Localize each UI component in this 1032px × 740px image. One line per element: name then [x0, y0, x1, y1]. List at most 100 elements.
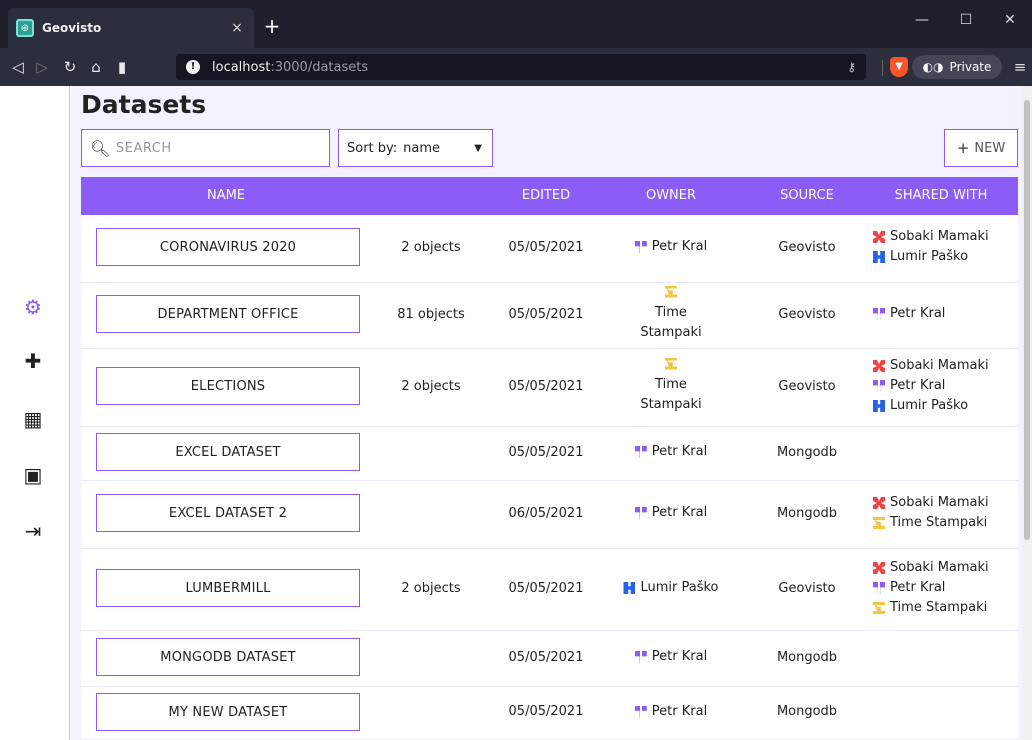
page-scrollbar[interactable] — [1022, 86, 1032, 740]
user-avatar-icon — [634, 241, 647, 253]
owner-cell: Petr Kral — [611, 215, 731, 279]
source: Geovisto — [778, 378, 836, 394]
edited-date: 06/05/2021 — [508, 505, 584, 521]
user-avatar-icon — [873, 231, 885, 243]
url-path: :3000/datasets — [270, 59, 369, 75]
browser-tab[interactable]: ⊛ Geovisto × — [8, 8, 254, 48]
shared-user-name: Petr Kral — [890, 378, 946, 393]
dataset-name-button[interactable]: EXCEL DATASET 2 — [96, 494, 360, 532]
left-sidebar: ⚙ ✚ ▦ ▣ ⇥ — [0, 86, 70, 740]
new-dataset-button[interactable]: + NEW — [944, 129, 1018, 167]
brave-shields-icon[interactable]: ▼ — [890, 57, 908, 77]
edited-date: 05/05/2021 — [508, 239, 584, 255]
edited-date: 05/05/2021 — [508, 378, 584, 394]
dataset-name-button[interactable]: MONGODB DATASET — [96, 638, 360, 676]
table-row: MY NEW DATASET 05/05/2021 Petr Kral Mongodb — [81, 687, 1018, 740]
source: Geovisto — [778, 239, 836, 255]
shared-user-name: Sobaki Mamaki — [890, 560, 989, 575]
header-owner[interactable]: OWNER — [611, 177, 731, 215]
table-row: MONGODB DATASET 05/05/2021 Petr Kral Mongod… — [81, 631, 1018, 687]
dataset-name-button[interactable]: MY NEW DATASET — [96, 693, 360, 731]
owner-cell: Petr Kral — [611, 481, 731, 545]
owner: Lumir Paško — [623, 578, 719, 598]
site-info-icon[interactable]: ! — [186, 60, 200, 74]
key-icon[interactable]: ⚷ — [847, 60, 856, 74]
user-avatar-icon — [873, 497, 885, 509]
browser-menu-icon[interactable]: ≡ — [1010, 54, 1030, 80]
header-source[interactable]: SOURCE — [757, 177, 857, 215]
back-icon[interactable]: ◁ — [6, 54, 30, 80]
geovisto-logo-icon[interactable]: ⚙ — [20, 294, 46, 320]
shared-user-name: Petr Kral — [890, 580, 946, 595]
maximize-button[interactable]: ☐ — [944, 6, 988, 34]
owner-name: Petr Kral — [651, 444, 708, 459]
private-label: Private — [949, 60, 992, 74]
object-count: 2 objects — [401, 580, 461, 596]
close-tab-icon[interactable]: × — [228, 20, 246, 36]
shared-user: Sobaki Mamaki — [873, 227, 989, 247]
owner: Petr Kral — [634, 237, 707, 257]
user-avatar-icon — [873, 582, 885, 594]
tab-title: Geovisto — [42, 21, 102, 35]
dataset-name-button[interactable]: ELECTIONS — [96, 367, 360, 405]
toolbar-divider — [882, 60, 883, 76]
table-row: LUMBERMILL 2 objects 05/05/2021 Lumir Paško… — [81, 549, 1018, 631]
search-box[interactable]: 🔍︎ — [81, 129, 330, 167]
scrollbar-thumb[interactable] — [1024, 100, 1030, 540]
object-count — [381, 687, 481, 736]
minimize-button[interactable]: — — [900, 6, 944, 34]
shared-user: Sobaki Mamaki — [873, 558, 989, 578]
header-name[interactable]: NAME — [81, 177, 371, 215]
id-card-icon[interactable]: ▣ — [20, 462, 46, 488]
close-window-button[interactable]: ✕ — [988, 6, 1032, 34]
object-count: 2 objects — [401, 239, 461, 255]
url-host: localhost — [212, 59, 271, 75]
reload-icon[interactable]: ↻ — [58, 54, 82, 80]
shared-user: Sobaki Mamaki — [873, 356, 989, 376]
bookmark-icon[interactable]: ▮ — [110, 54, 134, 80]
dataset-name-button[interactable]: LUMBERMILL — [96, 569, 360, 607]
presentation-icon[interactable]: ▦ — [20, 406, 46, 432]
shared-user: Time Stampaki — [873, 598, 989, 618]
home-icon[interactable]: ⌂ — [84, 54, 108, 80]
source: Mongodb — [776, 704, 838, 719]
owner-cell: Petr Kral — [611, 687, 731, 736]
dataset-name-button[interactable]: DEPARTMENT OFFICE — [96, 295, 360, 333]
logout-icon[interactable]: ⇥ — [20, 518, 46, 544]
sort-label: Sort by: — [347, 140, 398, 156]
owner-cell: Petr Kral — [611, 631, 731, 683]
user-avatar-icon — [634, 446, 647, 458]
header-shared-with[interactable]: SHARED WITH — [871, 177, 1011, 215]
puzzle-icon[interactable]: ✚ — [20, 348, 46, 374]
table-row: ELECTIONS 2 objects 05/05/2021 Time Stampak… — [81, 349, 1018, 427]
header-edited[interactable]: EDITED — [501, 177, 591, 215]
shared-user: Lumir Paško — [873, 247, 989, 267]
source: Geovisto — [778, 306, 836, 322]
forward-icon[interactable]: ▷ — [30, 54, 54, 80]
new-tab-button[interactable]: + — [260, 14, 284, 38]
source: Mongodb — [776, 649, 838, 665]
object-count: 2 objects — [401, 378, 461, 394]
shared-user: Time Stampaki — [873, 513, 989, 533]
private-window-badge[interactable]: ◐◑ Private — [912, 55, 1002, 79]
geovisto-favicon-icon: ⊛ — [16, 19, 34, 37]
owner: Petr Kral — [634, 702, 707, 722]
dataset-name-button[interactable]: EXCEL DATASET — [96, 433, 360, 471]
owner: Petr Kral — [634, 647, 707, 667]
object-count: 81 objects — [397, 306, 465, 322]
owner-name: Time Stampaki — [640, 304, 702, 340]
address-bar[interactable]: ! localhost:3000/datasets ⚷ — [176, 54, 866, 80]
shared-with-list: Sobaki Mamaki Lumir Paško — [873, 215, 989, 279]
search-input[interactable] — [116, 140, 316, 156]
dataset-name-button[interactable]: CORONAVIRUS 2020 — [96, 228, 360, 266]
object-count — [381, 631, 481, 683]
user-avatar-icon — [873, 308, 885, 320]
shared-user-name: Sobaki Mamaki — [890, 229, 989, 244]
sort-select[interactable]: Sort by: name ▼ — [338, 129, 493, 167]
chevron-down-icon: ▼ — [474, 142, 482, 154]
shared-with-list: Petr Kral — [873, 283, 945, 345]
owner: Time Stampaki — [636, 285, 706, 343]
table-row: EXCEL DATASET 05/05/2021 Petr Kral Mongodb — [81, 427, 1018, 481]
owner: Petr Kral — [634, 442, 708, 462]
private-glasses-icon: ◐◑ — [922, 60, 944, 74]
